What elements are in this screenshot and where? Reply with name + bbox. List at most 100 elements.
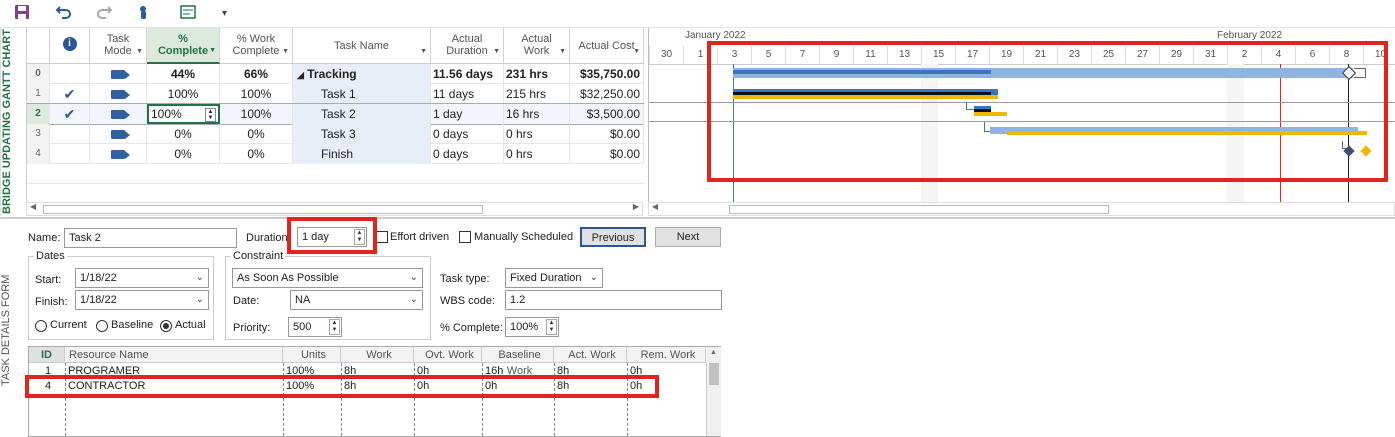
actual-work-cell[interactable]: 0 hrs xyxy=(504,144,570,164)
task-name-cell[interactable]: Task 3 xyxy=(293,124,431,144)
header-percent-work-complete[interactable]: % Work Complete ▼ xyxy=(220,28,293,64)
split-divider[interactable] xyxy=(0,217,1395,219)
task-mode-cell[interactable] xyxy=(90,64,147,84)
header-work[interactable]: Work xyxy=(341,347,414,363)
scrollbar-thumb[interactable] xyxy=(43,205,483,214)
actual-duration-cell[interactable]: 1 day xyxy=(431,104,504,124)
manually-scheduled-checkbox[interactable] xyxy=(459,231,471,243)
form-icon[interactable] xyxy=(180,4,198,24)
header-actual-cost[interactable]: Actual Cost ▼ xyxy=(570,28,644,64)
percent-complete-field[interactable]: 100% ▲ ▼ xyxy=(505,317,559,337)
scroll-right-icon[interactable]: ▶ xyxy=(633,202,639,211)
next-button[interactable]: Next xyxy=(655,227,721,247)
resource-vertical-scrollbar[interactable]: ▲ xyxy=(707,347,721,436)
spinner-icon[interactable]: ▲ ▼ xyxy=(546,319,557,335)
chevron-down-icon[interactable]: ▼ xyxy=(493,46,500,58)
priority-field[interactable]: 500 ▲ ▼ xyxy=(288,317,342,337)
empty-row[interactable] xyxy=(27,184,644,204)
actual-cost-cell[interactable]: $3,500.00 xyxy=(570,104,644,124)
actual-duration-cell[interactable]: 11 days xyxy=(431,84,504,104)
chevron-down-icon[interactable]: ▼ xyxy=(136,46,143,58)
header-baseline-work[interactable]: Baseline Work xyxy=(482,347,554,377)
actual-radio[interactable] xyxy=(160,320,172,332)
actual-cost-cell[interactable]: $0.00 xyxy=(570,124,644,144)
actual-duration-cell[interactable]: 0 days xyxy=(431,144,504,164)
chevron-down-icon[interactable]: ▼ xyxy=(209,45,216,57)
task-name-cell[interactable]: ◢ Tracking xyxy=(293,64,431,84)
header-actual-duration[interactable]: Actual Duration ▼ xyxy=(431,28,504,64)
table-row[interactable]: 0 44% 66% ◢ Tracking 11.56 days 231 hrs … xyxy=(27,64,644,84)
actual-duration-cell[interactable]: 0 days xyxy=(431,124,504,144)
scroll-up-icon[interactable]: ▲ xyxy=(710,349,717,356)
task-mode-cell[interactable] xyxy=(90,84,147,104)
percent-work-cell[interactable]: 0% xyxy=(220,144,293,164)
constraint-type-select[interactable]: As Soon As Possible ⌄ xyxy=(232,268,423,288)
scrollbar-thumb[interactable] xyxy=(709,363,719,385)
table-row[interactable]: 3 0% 0% Task 3 0 days 0 hrs $0.00 xyxy=(27,124,644,144)
row-id[interactable]: 3 xyxy=(27,124,50,144)
undo-icon[interactable] xyxy=(55,4,74,24)
percent-complete-cell[interactable]: 0% xyxy=(147,144,220,164)
table-row-selected[interactable]: 2 ✔ 100% ▲ ▼ 100% Task 2 1 day 16 hrs $3,… xyxy=(27,103,644,125)
chevron-down-icon[interactable]: ▼ xyxy=(633,46,640,58)
touch-mode-icon[interactable] xyxy=(136,4,160,24)
actual-cost-cell[interactable]: $35,750.00 xyxy=(570,64,644,84)
baseline-radio[interactable] xyxy=(96,320,108,332)
task-name-cell[interactable]: Finish xyxy=(293,144,431,164)
chevron-down-icon[interactable]: ▼ xyxy=(420,46,427,58)
header-percent-complete[interactable]: % Complete ▼ xyxy=(147,28,220,64)
header-task-name[interactable]: Task Name ▼ xyxy=(293,28,431,64)
task-mode-cell[interactable] xyxy=(90,144,147,164)
name-field[interactable]: Task 2 xyxy=(64,228,237,248)
finish-select[interactable]: 1/18/22 ⌄ xyxy=(75,290,209,310)
spinner-icon[interactable]: ▲ ▼ xyxy=(329,319,340,335)
table-row[interactable]: 1 ✔ 100% 100% Task 1 11 days 215 hrs $32… xyxy=(27,84,644,104)
spinner-icon[interactable]: ▲ ▼ xyxy=(205,108,216,122)
header-act-work[interactable]: Act. Work xyxy=(554,347,627,363)
effort-driven-checkbox[interactable] xyxy=(376,231,388,243)
row-id[interactable]: 4 xyxy=(27,144,50,164)
table-row[interactable]: 4 0% 0% Finish 0 days 0 hrs $0.00 xyxy=(27,144,644,164)
collapse-icon[interactable]: ◢ xyxy=(297,70,304,80)
header-resource-name[interactable]: Resource Name xyxy=(65,347,283,363)
save-icon[interactable] xyxy=(14,4,32,24)
scroll-left-icon[interactable]: ◀ xyxy=(30,202,36,211)
actual-work-cell[interactable]: 0 hrs xyxy=(504,124,570,144)
actual-work-cell[interactable]: 16 hrs xyxy=(504,104,570,124)
header-ovt-work[interactable]: Ovt. Work xyxy=(414,347,482,363)
task-mode-cell[interactable] xyxy=(90,124,147,144)
chevron-down-icon[interactable]: ▼ xyxy=(559,46,566,58)
row-id[interactable]: 2 xyxy=(27,104,50,124)
percent-work-cell[interactable]: 100% xyxy=(220,84,293,104)
percent-complete-cell[interactable]: 44% xyxy=(147,64,220,84)
header-id[interactable]: ID xyxy=(29,347,65,363)
customize-qat-icon[interactable]: ▾ xyxy=(222,4,234,24)
percent-complete-cell[interactable]: 100% xyxy=(147,84,220,104)
task-type-select[interactable]: Fixed Duration ⌄ xyxy=(505,268,603,288)
grid-horizontal-scrollbar[interactable]: ◀ ▶ xyxy=(26,202,643,216)
empty-row[interactable] xyxy=(27,164,644,184)
row-id[interactable]: 1 xyxy=(27,84,50,104)
header-units[interactable]: Units xyxy=(283,347,341,363)
indicators-header[interactable]: i xyxy=(50,28,90,64)
task-mode-cell[interactable] xyxy=(90,104,147,124)
row-id[interactable]: 0 xyxy=(27,64,50,84)
actual-cost-cell[interactable]: $0.00 xyxy=(570,144,644,164)
wbs-code-field[interactable]: 1.2 xyxy=(505,290,722,310)
actual-cost-cell[interactable]: $32,250.00 xyxy=(570,84,644,104)
percent-work-cell[interactable]: 100% xyxy=(220,104,293,124)
current-radio[interactable] xyxy=(35,320,47,332)
scroll-left-icon[interactable]: ◀ xyxy=(652,202,658,211)
scrollbar-thumb[interactable] xyxy=(729,205,1109,214)
select-all-corner[interactable] xyxy=(27,28,50,64)
percent-work-cell[interactable]: 0% xyxy=(220,124,293,144)
task-name-cell[interactable]: Task 2 xyxy=(293,104,431,124)
start-select[interactable]: 1/18/22 ⌄ xyxy=(75,268,209,288)
redo-icon[interactable] xyxy=(96,4,124,24)
percent-work-cell[interactable]: 66% xyxy=(220,64,293,84)
percent-complete-editor[interactable]: 100% ▲ ▼ xyxy=(147,104,220,124)
actual-work-cell[interactable]: 215 hrs xyxy=(504,84,570,104)
header-actual-work[interactable]: Actual Work ▼ xyxy=(504,28,570,64)
header-task-mode[interactable]: Task Mode ▼ xyxy=(90,28,147,64)
header-rem-work[interactable]: Rem. Work xyxy=(627,347,706,363)
